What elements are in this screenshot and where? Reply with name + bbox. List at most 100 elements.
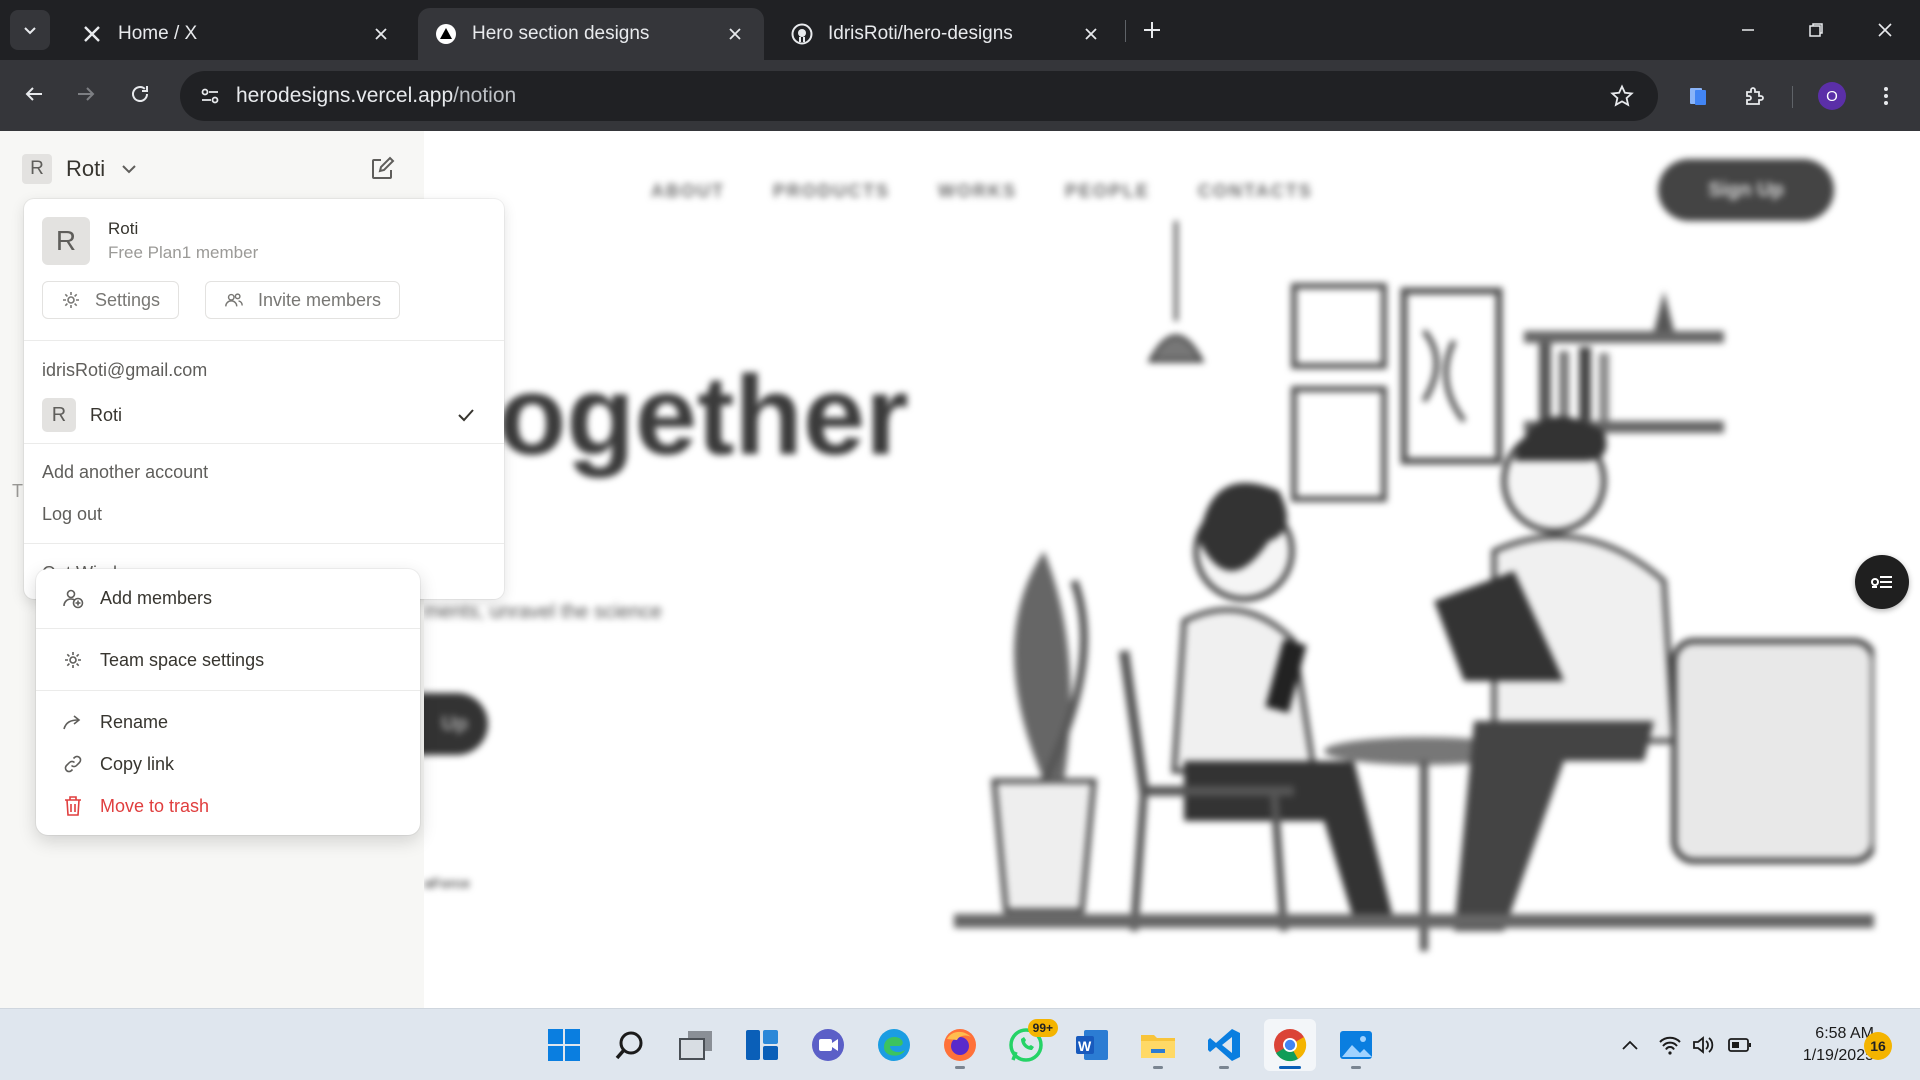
browser-tab-strip: Home / X Hero section designs IdrisRoti/…: [0, 0, 1920, 60]
task-view-button[interactable]: [670, 1019, 722, 1071]
add-members-label: Add members: [100, 587, 213, 608]
firefox-icon: [944, 1029, 976, 1061]
volume-control[interactable]: [1688, 1027, 1720, 1063]
account-email: idrisRoti@gmail.com: [42, 360, 208, 380]
close-icon: [1878, 23, 1892, 37]
hero-nav-item[interactable]: PEOPLE: [1065, 181, 1150, 202]
edge-app[interactable]: [868, 1019, 920, 1071]
word-app[interactable]: W: [1066, 1019, 1118, 1071]
hero-nav-item[interactable]: ABOUT: [651, 181, 725, 202]
move-to-trash-item[interactable]: Move to trash: [36, 787, 420, 825]
tab-title: Hero section designs: [472, 23, 650, 44]
profile-avatar: O: [1818, 82, 1846, 110]
x-logo-icon: [80, 22, 104, 46]
profile-button[interactable]: O: [1812, 76, 1852, 116]
back-button[interactable]: [14, 74, 54, 114]
file-explorer-app[interactable]: [1132, 1019, 1184, 1071]
widgets-button[interactable]: [736, 1019, 788, 1071]
show-hidden-icons-button[interactable]: [1614, 1027, 1646, 1063]
system-clock[interactable]: 6:58 AM 1/19/2025: [1774, 1023, 1874, 1067]
extensions-button[interactable]: [1734, 76, 1774, 116]
tab-search-button[interactable]: [10, 10, 50, 50]
close-window-button[interactable]: [1862, 10, 1908, 50]
add-person-icon: [62, 587, 84, 609]
browser-menu-button[interactable]: [1866, 76, 1906, 116]
hero-nav-item[interactable]: WORKS: [938, 181, 1017, 202]
clock-date: 1/19/2025: [1802, 1047, 1874, 1064]
photos-app[interactable]: [1330, 1019, 1382, 1071]
chrome-app[interactable]: [1264, 1019, 1316, 1071]
tab-github-hero-designs[interactable]: IdrisRoti/hero-designs: [774, 8, 1120, 60]
site-info-icon[interactable]: [190, 76, 230, 116]
copy-link-item[interactable]: Copy link: [36, 745, 420, 783]
new-page-button[interactable]: [368, 155, 396, 183]
rename-arrow-icon: [62, 711, 84, 733]
new-tab-button[interactable]: [1136, 14, 1168, 46]
reload-icon: [132, 86, 148, 102]
hero-nav-item[interactable]: CONTACTS: [1198, 181, 1313, 202]
battery-status[interactable]: [1724, 1027, 1756, 1063]
reload-button[interactable]: [120, 74, 160, 114]
hero-title: ogether: [498, 353, 909, 478]
workspace-option-label: Roti: [90, 404, 123, 425]
running-indicator: [1219, 1066, 1229, 1069]
tab-home-x[interactable]: Home / X: [64, 8, 410, 60]
firefox-app[interactable]: [934, 1019, 986, 1071]
add-another-account-item[interactable]: Add another account: [42, 462, 208, 483]
workspace-avatar: R: [42, 398, 76, 432]
whatsapp-app[interactable]: 99+: [1000, 1019, 1058, 1071]
settings-label: Settings: [95, 289, 161, 310]
team-space-settings-item[interactable]: Team space settings: [36, 641, 420, 679]
divider: [36, 690, 420, 691]
gear-icon: [62, 649, 84, 671]
hero-signup-button[interactable]: Sign Up: [1658, 159, 1834, 221]
forward-button[interactable]: [66, 74, 106, 114]
search-icon: [615, 1031, 643, 1060]
url-text: herodesigns.vercel.app/notion: [236, 84, 516, 108]
vscode-app[interactable]: [1198, 1019, 1250, 1071]
hero-nav-item[interactable]: PRODUCTS: [773, 181, 890, 202]
tab-hero-section-designs[interactable]: Hero section designs: [418, 8, 764, 60]
account-dropdown: R Roti Free Plan1 member Settings Invite…: [24, 199, 504, 599]
settings-button[interactable]: Settings: [42, 281, 180, 319]
notification-badge[interactable]: 16: [1864, 1032, 1892, 1060]
folder-icon: [1141, 1035, 1175, 1058]
rename-label: Rename: [100, 711, 169, 732]
teams-app[interactable]: [802, 1019, 854, 1071]
address-bar[interactable]: herodesigns.vercel.app/notion: [180, 71, 1658, 121]
outline-toggle-button[interactable]: [1855, 555, 1909, 609]
start-button[interactable]: [538, 1019, 590, 1071]
people-illustration: [954, 221, 1874, 951]
workspace-switcher[interactable]: R Roti: [22, 151, 139, 187]
wifi-status[interactable]: [1654, 1027, 1686, 1063]
log-out-item[interactable]: Log out: [42, 504, 102, 525]
gear-icon: [61, 290, 81, 310]
invite-members-button[interactable]: Invite members: [205, 281, 401, 319]
github-icon: [790, 22, 814, 46]
taskbar-search-button[interactable]: [604, 1019, 656, 1071]
minimize-button[interactable]: [1725, 10, 1771, 50]
divider: [24, 443, 504, 444]
restore-button[interactable]: [1793, 10, 1839, 50]
running-indicator: [1153, 1066, 1163, 1069]
invite-members-label: Invite members: [258, 289, 382, 310]
task-view-icon: [679, 1031, 712, 1060]
extension-button[interactable]: [1678, 76, 1718, 116]
bookmark-star-icon[interactable]: [1606, 80, 1638, 112]
hero-footer-text: aForce: [424, 875, 470, 891]
rename-item[interactable]: Rename: [36, 703, 420, 741]
close-icon[interactable]: [722, 21, 748, 47]
account-avatar: R: [42, 217, 90, 265]
compose-icon: [372, 156, 395, 179]
add-members-item[interactable]: Add members: [36, 579, 420, 617]
divider: [24, 543, 504, 544]
close-icon[interactable]: [1078, 21, 1104, 47]
close-icon[interactable]: [368, 21, 394, 47]
vscode-icon: [1208, 1029, 1240, 1061]
move-to-trash-label: Move to trash: [100, 795, 210, 816]
team-space-settings-label: Team space settings: [100, 649, 265, 670]
restore-icon: [1809, 23, 1823, 37]
workspace-option-roti[interactable]: R Roti: [42, 397, 486, 433]
sidebar-item-partial[interactable]: T: [12, 481, 23, 502]
workspace-avatar: R: [22, 154, 52, 184]
